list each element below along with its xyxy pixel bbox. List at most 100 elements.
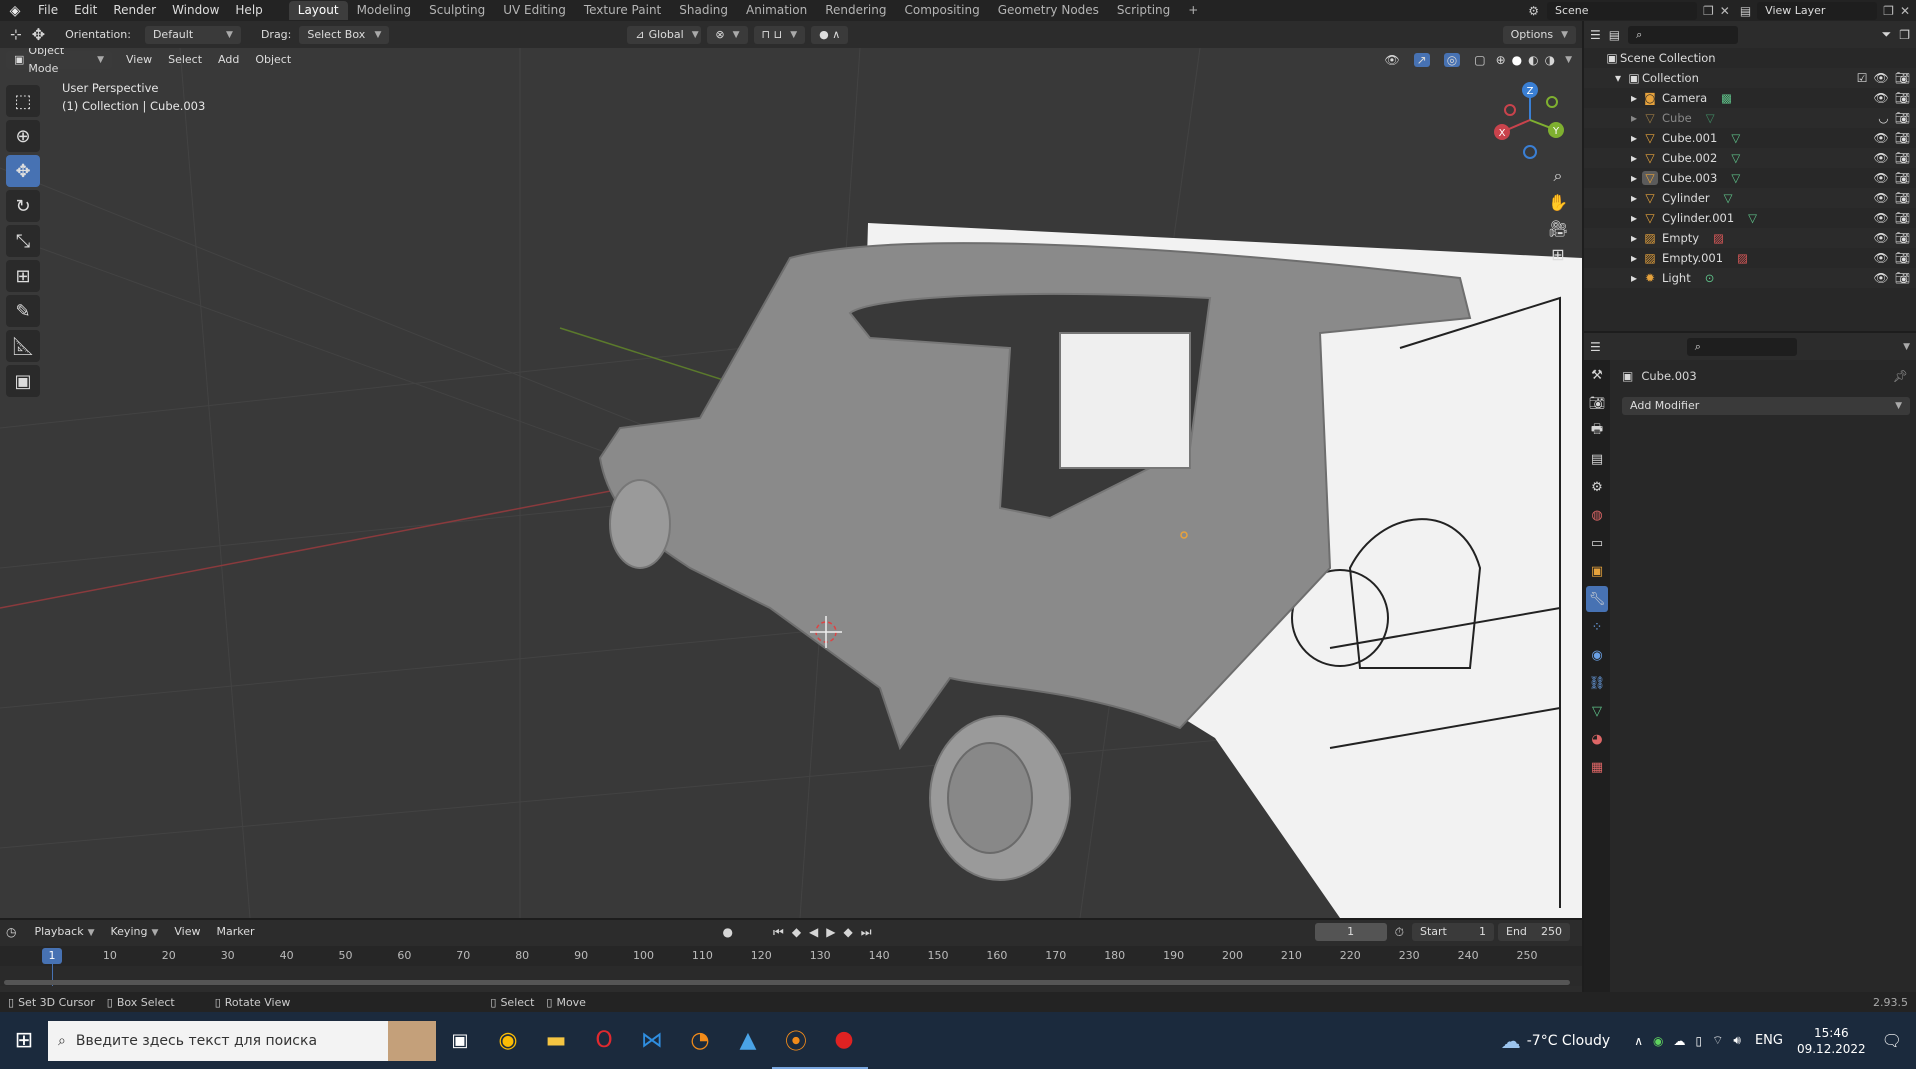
menu-edit[interactable]: Edit xyxy=(66,0,105,21)
eye-icon[interactable]: 👁︎ xyxy=(1874,171,1889,185)
tab-sculpting[interactable]: Sculpting xyxy=(420,1,494,20)
camera-view-icon[interactable]: 🎥︎ xyxy=(1545,215,1571,241)
tab-geometry-nodes[interactable]: Geometry Nodes xyxy=(989,1,1108,20)
camera-icon[interactable]: 📷︎ xyxy=(1895,111,1910,125)
zoom-icon[interactable]: ⌕ xyxy=(1545,163,1571,189)
menu-help[interactable]: Help xyxy=(227,0,270,21)
game-launcher-icon[interactable]: ◔ xyxy=(676,1012,724,1069)
outliner-item-cube003[interactable]: ▸ ▽ Cube.003 ▽ 👁︎ 📷︎ xyxy=(1584,168,1916,188)
taskbar-search-input[interactable]: ⌕ Введите здесь текст для поиска xyxy=(48,1020,388,1061)
tray-cloud-icon[interactable]: ☁ xyxy=(1674,1034,1686,1048)
eye-icon[interactable]: 👁︎ xyxy=(1874,191,1889,205)
file-explorer-icon[interactable]: ▬ xyxy=(532,1012,580,1069)
camera-icon[interactable]: 📷︎ xyxy=(1895,171,1910,185)
object-mode-dropdown[interactable]: ▣ Object Mode ▼ xyxy=(6,48,112,75)
pivot-point-button[interactable]: ⊗ ▼ xyxy=(707,25,748,44)
next-keyframe-icon[interactable]: ◆ xyxy=(844,925,853,939)
camera-icon[interactable]: 📷︎ xyxy=(1895,71,1910,85)
cursor-tool-icon[interactable]: ⊕ xyxy=(6,120,40,152)
tab-compositing[interactable]: Compositing xyxy=(895,1,988,20)
scene-collection-row[interactable]: ▣ Scene Collection xyxy=(1584,48,1916,68)
menu-render[interactable]: Render xyxy=(105,0,164,21)
outliner-editor-type-icon[interactable]: ☰ xyxy=(1590,28,1601,42)
editor-type-icon[interactable]: ⊹ xyxy=(10,27,22,43)
expand-arrow-icon[interactable]: ▸ xyxy=(1626,111,1642,125)
expand-arrow-icon[interactable]: ▸ xyxy=(1626,151,1642,165)
add-workspace-button[interactable]: + xyxy=(1179,1,1207,20)
collection-row[interactable]: ▾ ▣ Collection ☑ 👁︎ 📷︎ xyxy=(1584,68,1916,88)
opera-icon[interactable]: O xyxy=(580,1012,628,1069)
expand-arrow-icon[interactable]: ▸ xyxy=(1626,251,1642,265)
viewport-menu-select[interactable]: Select xyxy=(160,51,210,69)
render-tab-icon[interactable]: 📷︎ xyxy=(1586,390,1608,416)
new-view-layer-icon[interactable]: ❐ xyxy=(1883,4,1894,18)
eye-icon[interactable]: 👁︎ xyxy=(1874,131,1889,145)
world-tab-icon[interactable]: ◍ xyxy=(1586,502,1608,528)
tray-app-green-icon[interactable]: ◉ xyxy=(1653,1034,1663,1048)
scene-selector[interactable]: Scene xyxy=(1547,1,1697,20)
eye-hidden-icon[interactable]: ◡ xyxy=(1878,111,1888,125)
expand-arrow-icon[interactable]: ▸ xyxy=(1626,231,1642,245)
tab-animation[interactable]: Animation xyxy=(737,1,816,20)
chevron-down-icon[interactable]: ▼ xyxy=(1903,342,1910,352)
timeline-menu-view[interactable]: View xyxy=(166,923,208,941)
measure-tool-icon[interactable]: 📐︎ xyxy=(6,330,40,362)
tray-chevron-up-icon[interactable]: ∧ xyxy=(1634,1034,1643,1048)
tab-shading[interactable]: Shading xyxy=(670,1,737,20)
properties-search-input[interactable]: ⌕ xyxy=(1686,337,1797,356)
rotate-tool-icon[interactable]: ↻ xyxy=(6,190,40,222)
eye-icon[interactable]: 👁︎ xyxy=(1874,91,1889,105)
stopwatch-icon[interactable]: ⏱ xyxy=(1395,925,1404,940)
shading-options-chevron-icon[interactable]: ▼ xyxy=(1565,55,1572,65)
new-scene-icon[interactable]: ❐ xyxy=(1703,4,1714,18)
eye-icon[interactable]: 👁︎ xyxy=(1874,151,1889,165)
tray-device-icon[interactable]: ▯ xyxy=(1696,1034,1703,1048)
orientation-dropdown[interactable]: Default ▼ xyxy=(144,25,241,44)
camera-icon[interactable]: 📷︎ xyxy=(1895,271,1910,285)
camera-icon[interactable]: 📷︎ xyxy=(1895,231,1910,245)
blender-logo-icon[interactable]: ◈ xyxy=(6,2,24,20)
tab-modeling[interactable]: Modeling xyxy=(348,1,421,20)
language-indicator[interactable]: ENG xyxy=(1755,1033,1783,1048)
pan-hand-icon[interactable]: ✋ xyxy=(1545,189,1571,215)
modifier-tab-icon[interactable]: 🔧︎ xyxy=(1586,586,1608,612)
expand-arrow-icon[interactable]: ▸ xyxy=(1626,91,1642,105)
pin-icon[interactable]: 📌︎ xyxy=(1893,369,1908,383)
texture-tab-icon[interactable]: ▦ xyxy=(1586,754,1608,780)
outliner-item-light[interactable]: ▸ ✹ Light ⊙ 👁︎ 📷︎ xyxy=(1584,268,1916,288)
outliner-item-cube002[interactable]: ▸ ▽ Cube.002 ▽ 👁︎ 📷︎ xyxy=(1584,148,1916,168)
timeline-track[interactable]: 10 20 30 40 50 60 70 80 90 100 110 120 130 140 150 160 1… xyxy=(0,946,1582,986)
playhead[interactable]: 1 xyxy=(42,948,62,964)
expand-arrow-icon[interactable]: ▸ xyxy=(1626,191,1642,205)
select-box-tool-icon[interactable]: ⬚ xyxy=(6,85,40,117)
add-cube-tool-icon[interactable]: ▣ xyxy=(6,365,40,397)
weather-label[interactable]: -7°C Cloudy xyxy=(1527,1033,1610,1049)
viewport-menu-view[interactable]: View xyxy=(118,51,160,69)
camera-icon[interactable]: 📷︎ xyxy=(1895,91,1910,105)
display-mode-icon[interactable]: ▤ xyxy=(1609,28,1620,42)
end-frame-field[interactable]: End 250 xyxy=(1498,923,1570,941)
wheel-rear[interactable] xyxy=(609,479,671,569)
object-tab-icon[interactable]: ▣ xyxy=(1586,558,1608,584)
new-collection-icon[interactable]: ❐ xyxy=(1899,28,1910,42)
physics-tab-icon[interactable]: ◉ xyxy=(1586,642,1608,668)
camera-icon[interactable]: 📷︎ xyxy=(1895,151,1910,165)
vscode-icon[interactable]: ⋈ xyxy=(628,1012,676,1069)
add-modifier-dropdown[interactable]: Add Modifier ▼ xyxy=(1622,397,1910,415)
play-reverse-icon[interactable]: ◀ xyxy=(809,925,818,939)
drag-dropdown[interactable]: Select Box ▼ xyxy=(299,25,390,44)
timeline-editor-type-icon[interactable]: ◷ xyxy=(6,925,16,939)
constraints-tab-icon[interactable]: ⛓︎ xyxy=(1586,670,1608,696)
start-frame-field[interactable]: Start 1 xyxy=(1412,923,1494,941)
annotate-tool-icon[interactable]: ✎ xyxy=(6,295,40,327)
transform-tool-icon[interactable]: ⊞ xyxy=(6,260,40,292)
view-layer-tab-icon[interactable]: ▤ xyxy=(1586,446,1608,472)
timeline-menu-playback[interactable]: Playback ▼ xyxy=(26,923,102,941)
tab-texture-paint[interactable]: Texture Paint xyxy=(575,1,670,20)
delete-scene-icon[interactable]: ✕ xyxy=(1720,4,1730,18)
eye-icon[interactable]: 👁︎ xyxy=(1874,251,1889,265)
output-tab-icon[interactable]: 🖶︎ xyxy=(1586,418,1608,444)
material-tab-icon[interactable]: ◕ xyxy=(1586,726,1608,752)
scale-tool-icon[interactable]: ⤡ xyxy=(6,225,40,257)
shading-solid-icon[interactable]: ● xyxy=(1512,53,1522,67)
